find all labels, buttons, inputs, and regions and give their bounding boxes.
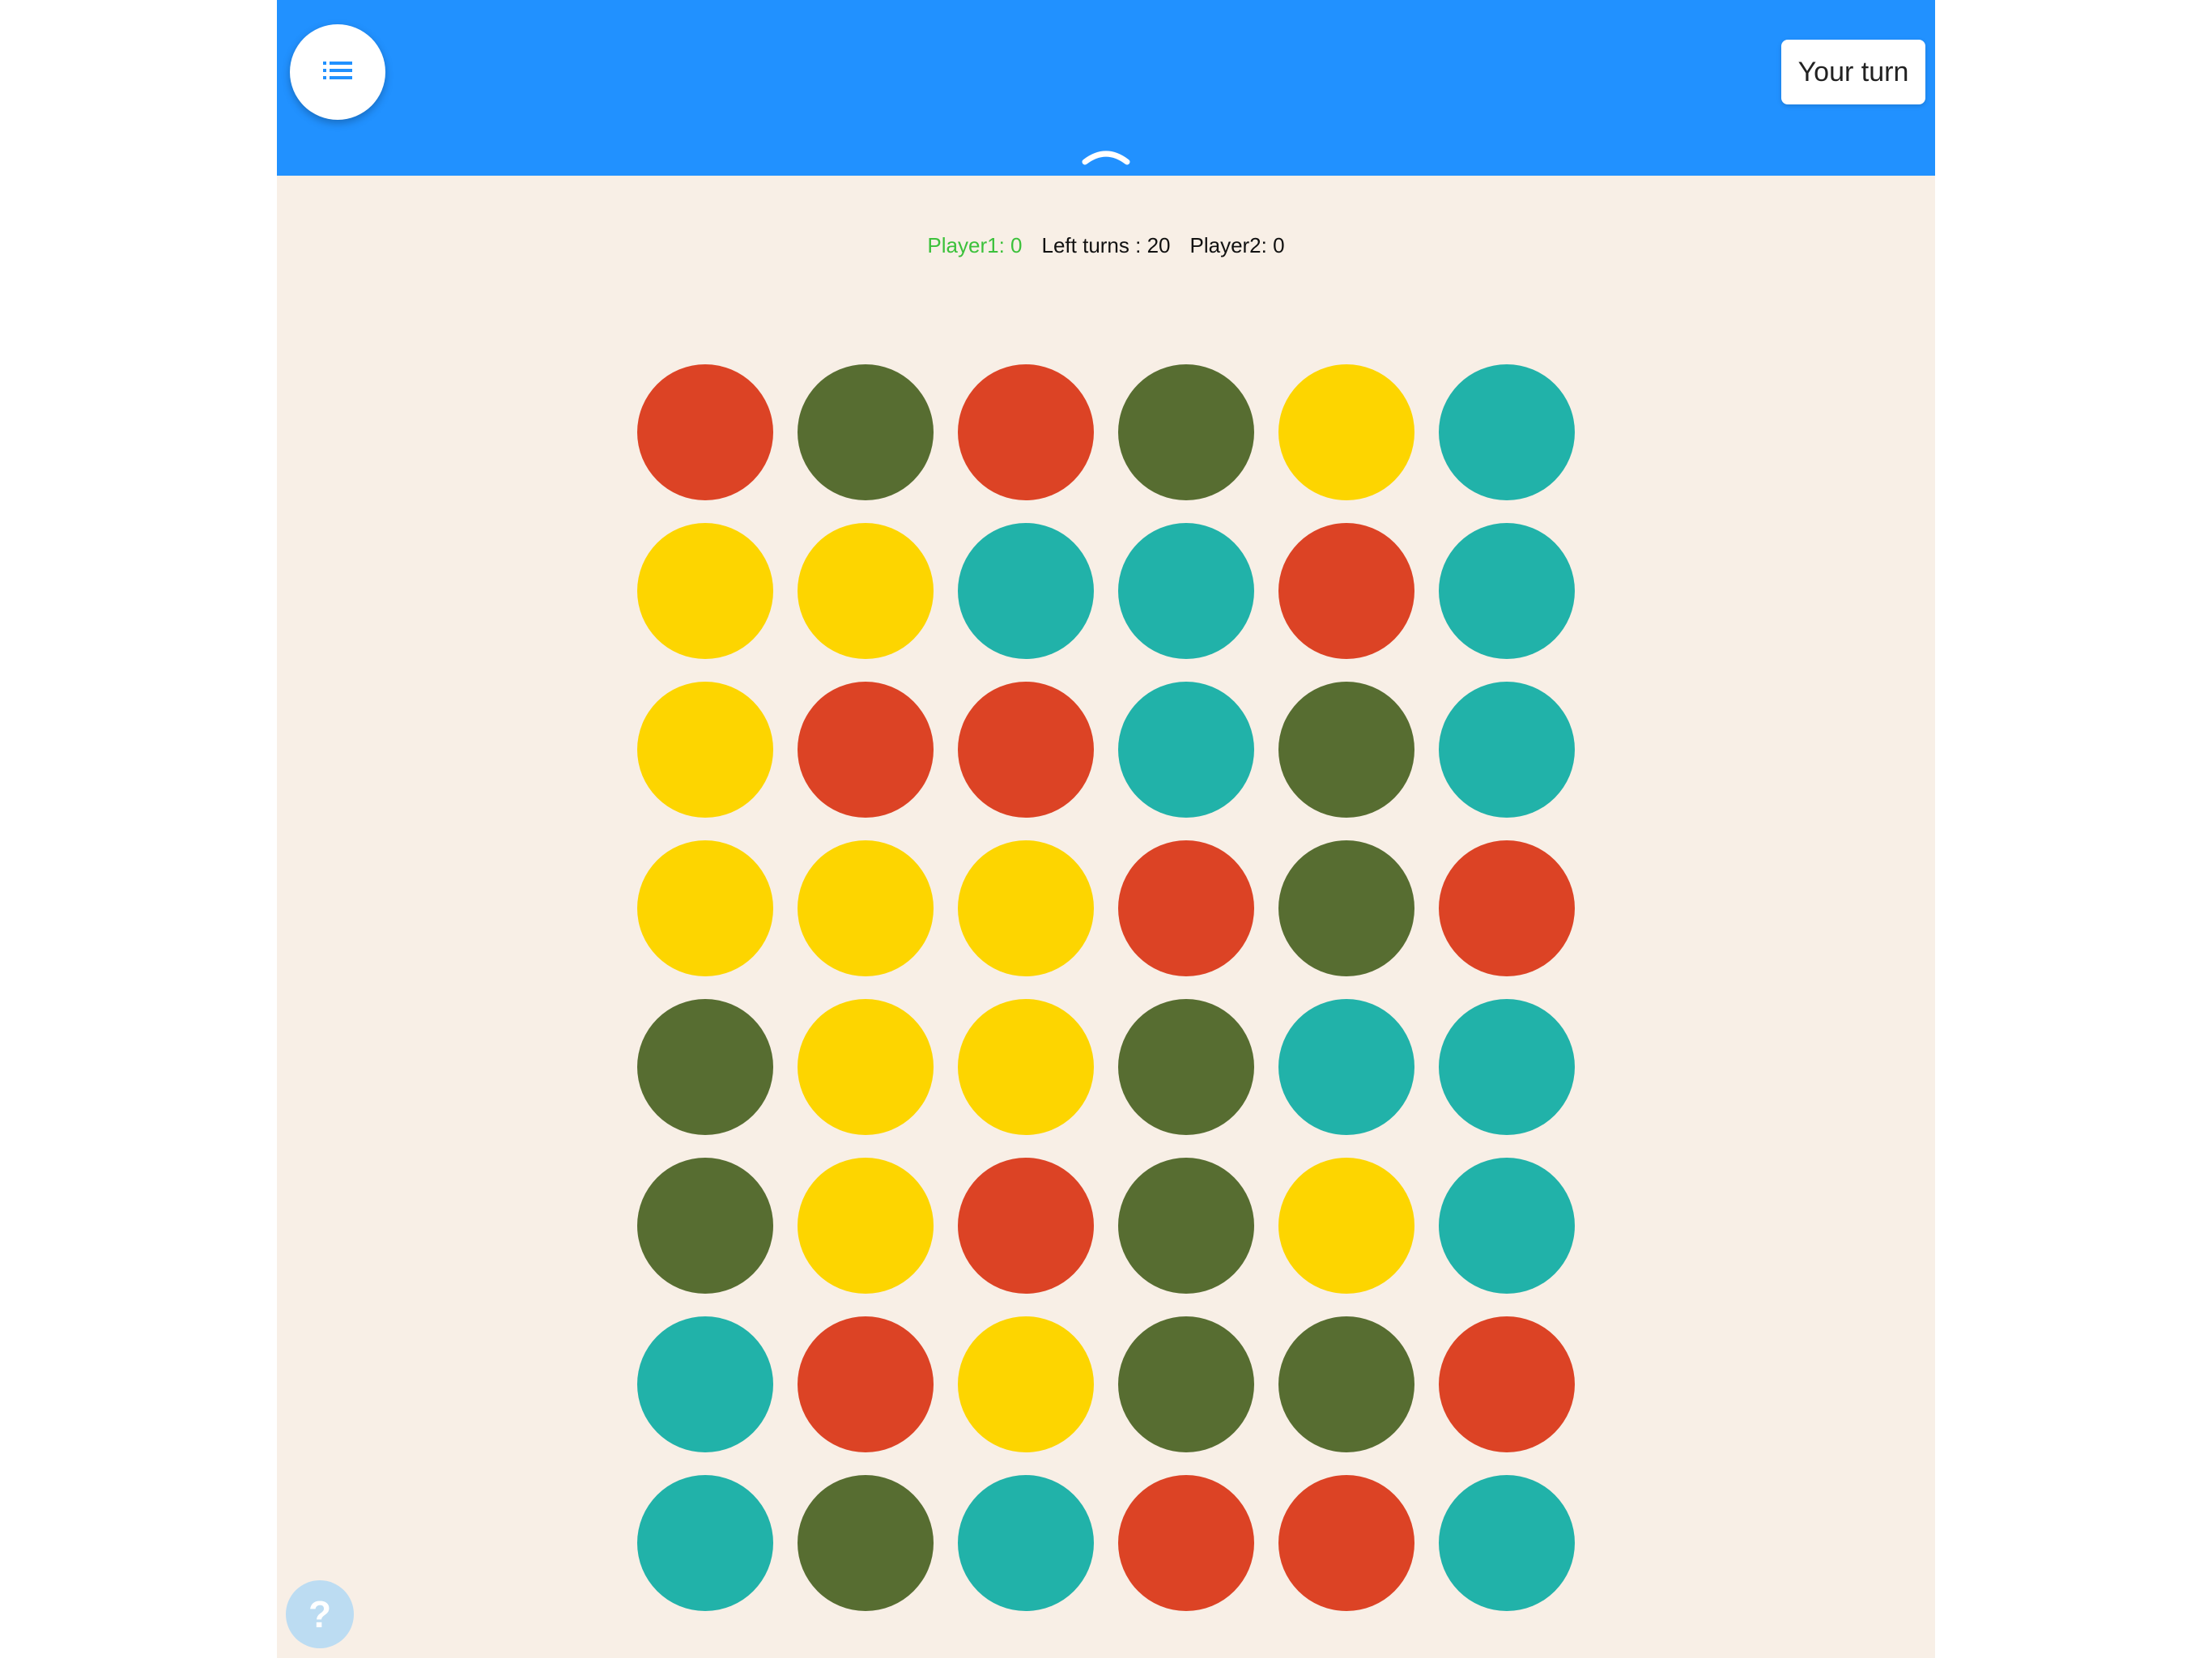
tile-teal[interactable] [958, 523, 1094, 659]
tile-green[interactable] [1278, 1316, 1414, 1452]
tile-teal[interactable] [1439, 523, 1575, 659]
tile-yellow[interactable] [637, 682, 773, 818]
chevron-up-icon [1082, 151, 1130, 170]
top-bar: Your turn [277, 0, 1935, 176]
question-icon: ? [308, 1593, 332, 1635]
tile-yellow[interactable] [958, 840, 1094, 976]
menu-button[interactable] [290, 24, 385, 120]
scoreboard: Player1: 0 Left turns : 20 Player2: 0 [277, 233, 1935, 258]
tile-red[interactable] [1278, 523, 1414, 659]
tile-red[interactable] [1439, 840, 1575, 976]
tile-red[interactable] [958, 1158, 1094, 1294]
tile-teal[interactable] [1439, 682, 1575, 818]
tile-teal[interactable] [637, 1475, 773, 1611]
tile-yellow[interactable] [798, 523, 934, 659]
tile-yellow[interactable] [637, 523, 773, 659]
player2-score: Player2: 0 [1189, 233, 1285, 257]
tile-teal[interactable] [1439, 1158, 1575, 1294]
tile-teal[interactable] [1439, 364, 1575, 500]
tile-green[interactable] [1118, 364, 1254, 500]
tile-yellow[interactable] [798, 1158, 934, 1294]
tile-teal[interactable] [637, 1316, 773, 1452]
tile-green[interactable] [1278, 682, 1414, 818]
tile-teal[interactable] [1439, 999, 1575, 1135]
turn-indicator: Your turn [1781, 40, 1925, 104]
tile-teal[interactable] [1278, 999, 1414, 1135]
tile-red[interactable] [1439, 1316, 1575, 1452]
tile-red[interactable] [958, 682, 1094, 818]
tile-teal[interactable] [1118, 682, 1254, 818]
tile-green[interactable] [798, 364, 934, 500]
tile-red[interactable] [637, 364, 773, 500]
collapse-button[interactable] [1082, 144, 1130, 167]
tile-green[interactable] [798, 1475, 934, 1611]
tile-yellow[interactable] [798, 840, 934, 976]
game-screen: Your turn Player1: 0 Left turns : 20 Pla… [277, 0, 1935, 1658]
tile-green[interactable] [1118, 1158, 1254, 1294]
tile-teal[interactable] [1439, 1475, 1575, 1611]
tile-red[interactable] [1278, 1475, 1414, 1611]
tile-red[interactable] [798, 682, 934, 818]
game-board [637, 364, 1576, 1611]
tile-teal[interactable] [1118, 523, 1254, 659]
tile-teal[interactable] [958, 1475, 1094, 1611]
tile-yellow[interactable] [798, 999, 934, 1135]
tile-green[interactable] [1118, 999, 1254, 1135]
list-icon [321, 58, 354, 87]
tile-red[interactable] [798, 1316, 934, 1452]
tile-yellow[interactable] [958, 999, 1094, 1135]
tile-red[interactable] [1118, 1475, 1254, 1611]
tile-green[interactable] [637, 1158, 773, 1294]
tile-red[interactable] [1118, 840, 1254, 976]
tile-yellow[interactable] [637, 840, 773, 976]
tile-yellow[interactable] [1278, 364, 1414, 500]
tile-yellow[interactable] [958, 1316, 1094, 1452]
turns-left: Left turns : 20 [1041, 233, 1171, 257]
tile-yellow[interactable] [1278, 1158, 1414, 1294]
tile-green[interactable] [1278, 840, 1414, 976]
tile-green[interactable] [637, 999, 773, 1135]
tile-red[interactable] [958, 364, 1094, 500]
help-button[interactable]: ? [286, 1580, 354, 1648]
player1-score: Player1: 0 [927, 233, 1023, 257]
tile-green[interactable] [1118, 1316, 1254, 1452]
turn-label: Your turn [1797, 56, 1909, 87]
